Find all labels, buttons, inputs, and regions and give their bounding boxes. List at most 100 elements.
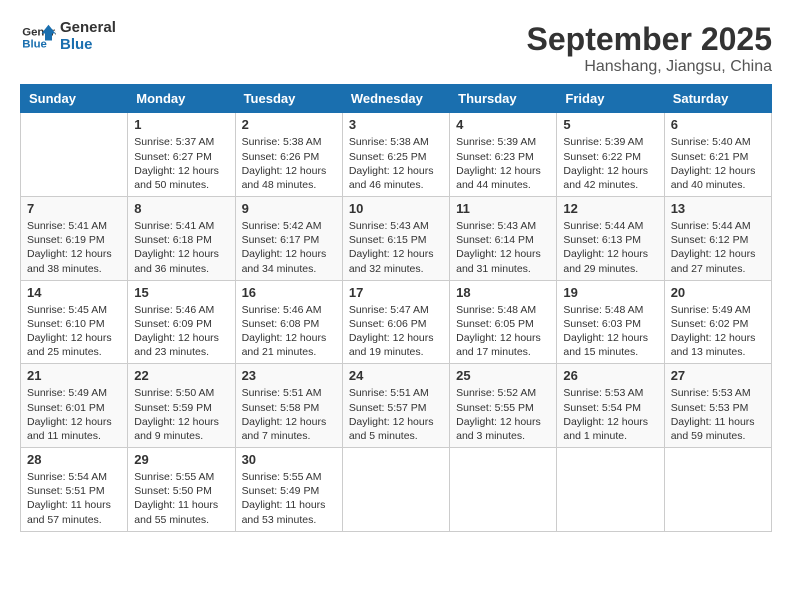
calendar-week-2: 7 Sunrise: 5:41 AM Sunset: 6:19 PM Daylig… (21, 197, 772, 281)
day-info: Sunrise: 5:52 AM Sunset: 5:55 PM Dayligh… (456, 386, 550, 443)
day-number: 5 (563, 117, 657, 132)
weekday-header-sunday: Sunday (21, 85, 128, 113)
weekday-header-tuesday: Tuesday (235, 85, 342, 113)
day-number: 30 (242, 452, 336, 467)
day-info: Sunrise: 5:42 AM Sunset: 6:17 PM Dayligh… (242, 219, 336, 276)
day-info: Sunrise: 5:38 AM Sunset: 6:26 PM Dayligh… (242, 135, 336, 192)
day-number: 28 (27, 452, 121, 467)
day-info: Sunrise: 5:46 AM Sunset: 6:08 PM Dayligh… (242, 303, 336, 360)
day-info: Sunrise: 5:46 AM Sunset: 6:09 PM Dayligh… (134, 303, 228, 360)
day-info: Sunrise: 5:50 AM Sunset: 5:59 PM Dayligh… (134, 386, 228, 443)
main-title: September 2025 (527, 20, 772, 58)
calendar-cell (557, 448, 664, 532)
day-info: Sunrise: 5:41 AM Sunset: 6:19 PM Dayligh… (27, 219, 121, 276)
logo: General Blue General Blue (20, 20, 116, 53)
weekday-header-friday: Friday (557, 85, 664, 113)
day-info: Sunrise: 5:39 AM Sunset: 6:22 PM Dayligh… (563, 135, 657, 192)
day-info: Sunrise: 5:49 AM Sunset: 6:02 PM Dayligh… (671, 303, 765, 360)
day-number: 23 (242, 368, 336, 383)
title-block: September 2025 Hanshang, Jiangsu, China (527, 20, 772, 76)
day-info: Sunrise: 5:41 AM Sunset: 6:18 PM Dayligh… (134, 219, 228, 276)
weekday-header-thursday: Thursday (450, 85, 557, 113)
day-info: Sunrise: 5:51 AM Sunset: 5:58 PM Dayligh… (242, 386, 336, 443)
day-number: 8 (134, 201, 228, 216)
day-number: 19 (563, 285, 657, 300)
svg-text:Blue: Blue (22, 38, 47, 50)
day-number: 15 (134, 285, 228, 300)
day-number: 22 (134, 368, 228, 383)
day-info: Sunrise: 5:43 AM Sunset: 6:15 PM Dayligh… (349, 219, 443, 276)
day-info: Sunrise: 5:37 AM Sunset: 6:27 PM Dayligh… (134, 135, 228, 192)
day-number: 26 (563, 368, 657, 383)
day-number: 17 (349, 285, 443, 300)
calendar-cell (21, 113, 128, 197)
calendar-cell: 6 Sunrise: 5:40 AM Sunset: 6:21 PM Daylig… (664, 113, 771, 197)
day-number: 9 (242, 201, 336, 216)
calendar-cell: 26 Sunrise: 5:53 AM Sunset: 5:54 PM Dayli… (557, 364, 664, 448)
calendar-header-row: SundayMondayTuesdayWednesdayThursdayFrid… (21, 85, 772, 113)
day-number: 14 (27, 285, 121, 300)
day-info: Sunrise: 5:44 AM Sunset: 6:12 PM Dayligh… (671, 219, 765, 276)
calendar-cell: 20 Sunrise: 5:49 AM Sunset: 6:02 PM Dayli… (664, 280, 771, 364)
day-number: 7 (27, 201, 121, 216)
day-number: 20 (671, 285, 765, 300)
day-number: 25 (456, 368, 550, 383)
logo-line1: General (60, 20, 116, 37)
day-info: Sunrise: 5:45 AM Sunset: 6:10 PM Dayligh… (27, 303, 121, 360)
calendar-cell: 8 Sunrise: 5:41 AM Sunset: 6:18 PM Daylig… (128, 197, 235, 281)
calendar-cell: 16 Sunrise: 5:46 AM Sunset: 6:08 PM Dayli… (235, 280, 342, 364)
calendar-cell: 14 Sunrise: 5:45 AM Sunset: 6:10 PM Dayli… (21, 280, 128, 364)
day-info: Sunrise: 5:55 AM Sunset: 5:50 PM Dayligh… (134, 470, 228, 527)
calendar-cell: 23 Sunrise: 5:51 AM Sunset: 5:58 PM Dayli… (235, 364, 342, 448)
calendar-cell: 11Sunrise: 5:43 AM Sunset: 6:14 PM Dayli… (450, 197, 557, 281)
logo-icon: General Blue (20, 23, 56, 51)
calendar-cell: 4Sunrise: 5:39 AM Sunset: 6:23 PM Daylig… (450, 113, 557, 197)
subtitle: Hanshang, Jiangsu, China (527, 58, 772, 76)
day-number: 21 (27, 368, 121, 383)
calendar: SundayMondayTuesdayWednesdayThursdayFrid… (20, 84, 772, 531)
day-number: 13 (671, 201, 765, 216)
calendar-cell: 17 Sunrise: 5:47 AM Sunset: 6:06 PM Dayli… (342, 280, 449, 364)
calendar-week-1: 1Sunrise: 5:37 AM Sunset: 6:27 PM Daylig… (21, 113, 772, 197)
calendar-cell: 18 Sunrise: 5:48 AM Sunset: 6:05 PM Dayli… (450, 280, 557, 364)
day-info: Sunrise: 5:40 AM Sunset: 6:21 PM Dayligh… (671, 135, 765, 192)
calendar-cell: 1Sunrise: 5:37 AM Sunset: 6:27 PM Daylig… (128, 113, 235, 197)
calendar-cell: 12Sunrise: 5:44 AM Sunset: 6:13 PM Dayli… (557, 197, 664, 281)
calendar-cell: 25 Sunrise: 5:52 AM Sunset: 5:55 PM Dayli… (450, 364, 557, 448)
calendar-cell: 28 Sunrise: 5:54 AM Sunset: 5:51 PM Dayli… (21, 448, 128, 532)
calendar-cell (342, 448, 449, 532)
weekday-header-wednesday: Wednesday (342, 85, 449, 113)
calendar-week-3: 14 Sunrise: 5:45 AM Sunset: 6:10 PM Dayli… (21, 280, 772, 364)
day-number: 2 (242, 117, 336, 132)
calendar-cell: 15 Sunrise: 5:46 AM Sunset: 6:09 PM Dayli… (128, 280, 235, 364)
calendar-cell: 2 Sunrise: 5:38 AM Sunset: 6:26 PM Daylig… (235, 113, 342, 197)
day-number: 27 (671, 368, 765, 383)
day-info: Sunrise: 5:53 AM Sunset: 5:54 PM Dayligh… (563, 386, 657, 443)
day-number: 10 (349, 201, 443, 216)
calendar-cell: 21 Sunrise: 5:49 AM Sunset: 6:01 PM Dayli… (21, 364, 128, 448)
calendar-cell: 19 Sunrise: 5:48 AM Sunset: 6:03 PM Dayli… (557, 280, 664, 364)
calendar-cell: 29Sunrise: 5:55 AM Sunset: 5:50 PM Dayli… (128, 448, 235, 532)
day-info: Sunrise: 5:47 AM Sunset: 6:06 PM Dayligh… (349, 303, 443, 360)
day-info: Sunrise: 5:53 AM Sunset: 5:53 PM Dayligh… (671, 386, 765, 443)
logo-line2: Blue (60, 37, 116, 54)
calendar-cell: 27 Sunrise: 5:53 AM Sunset: 5:53 PM Dayli… (664, 364, 771, 448)
calendar-cell: 13 Sunrise: 5:44 AM Sunset: 6:12 PM Dayli… (664, 197, 771, 281)
calendar-cell: 22 Sunrise: 5:50 AM Sunset: 5:59 PM Dayli… (128, 364, 235, 448)
day-number: 16 (242, 285, 336, 300)
day-info: Sunrise: 5:44 AM Sunset: 6:13 PM Dayligh… (563, 219, 657, 276)
calendar-cell: 9 Sunrise: 5:42 AM Sunset: 6:17 PM Daylig… (235, 197, 342, 281)
day-info: Sunrise: 5:48 AM Sunset: 6:05 PM Dayligh… (456, 303, 550, 360)
calendar-cell: 5 Sunrise: 5:39 AM Sunset: 6:22 PM Daylig… (557, 113, 664, 197)
day-info: Sunrise: 5:48 AM Sunset: 6:03 PM Dayligh… (563, 303, 657, 360)
weekday-header-saturday: Saturday (664, 85, 771, 113)
day-info: Sunrise: 5:38 AM Sunset: 6:25 PM Dayligh… (349, 135, 443, 192)
day-number: 18 (456, 285, 550, 300)
calendar-cell: 10 Sunrise: 5:43 AM Sunset: 6:15 PM Dayli… (342, 197, 449, 281)
day-info: Sunrise: 5:51 AM Sunset: 5:57 PM Dayligh… (349, 386, 443, 443)
day-info: Sunrise: 5:54 AM Sunset: 5:51 PM Dayligh… (27, 470, 121, 527)
day-number: 6 (671, 117, 765, 132)
calendar-cell: 3Sunrise: 5:38 AM Sunset: 6:25 PM Daylig… (342, 113, 449, 197)
day-info: Sunrise: 5:49 AM Sunset: 6:01 PM Dayligh… (27, 386, 121, 443)
day-number: 4 (456, 117, 550, 132)
